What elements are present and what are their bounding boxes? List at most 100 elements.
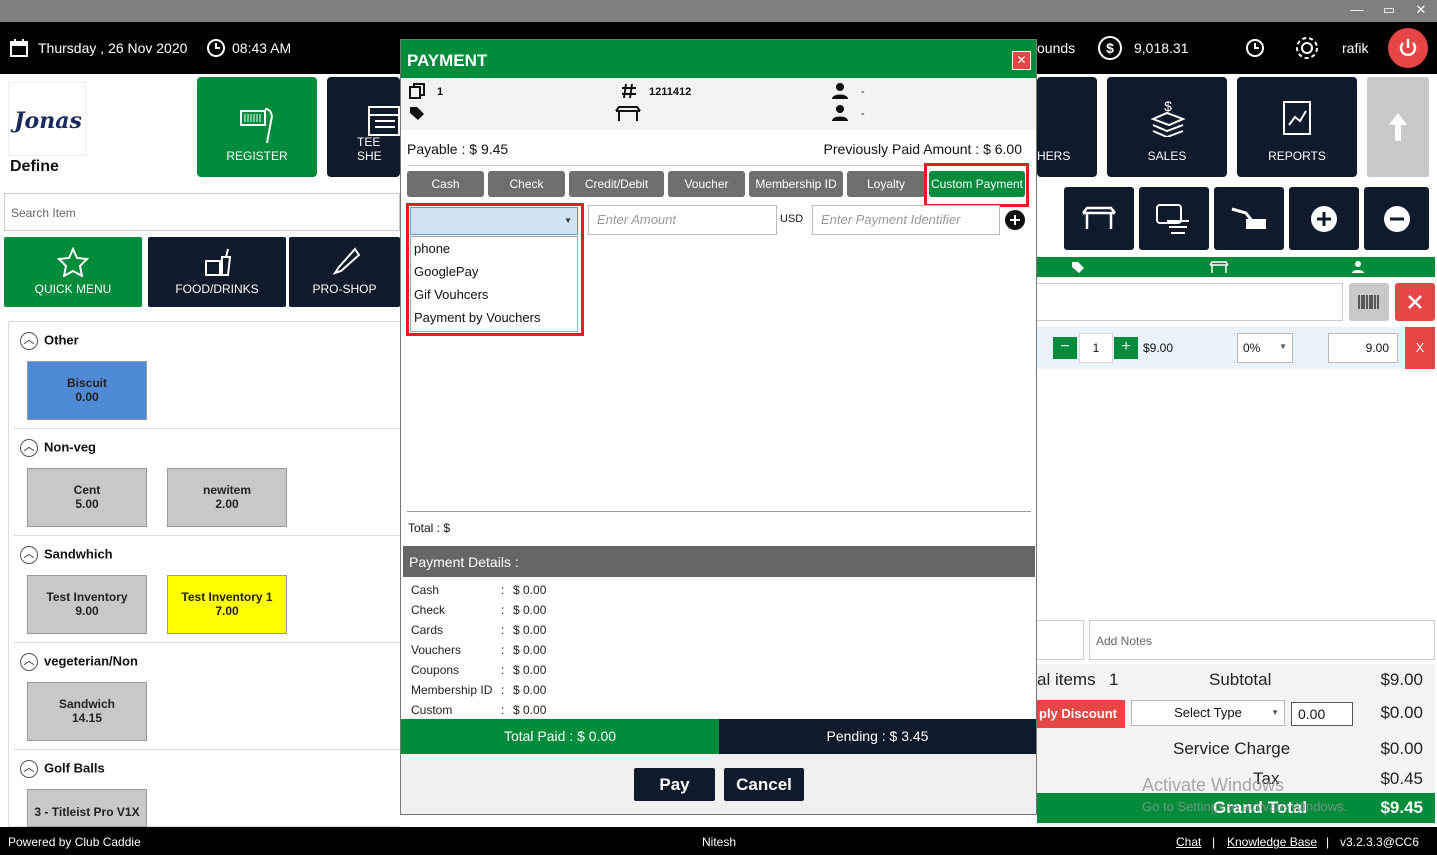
sales-label: SALES [1147, 149, 1187, 163]
window-close-button[interactable]: ✕ [1404, 0, 1437, 22]
modal-title: PAYMENT [407, 51, 488, 70]
sales-tile[interactable]: $ SALES [1107, 77, 1227, 177]
payment-method-custom[interactable]: Custom Payment [929, 171, 1025, 197]
add-notes-input[interactable]: Add Notes [1089, 620, 1435, 660]
category-quick-menu[interactable]: QUICK MENU [4, 237, 142, 307]
minus-circle-icon [1384, 206, 1410, 232]
dollar-icon: $ [1098, 36, 1122, 60]
dropdown-option[interactable]: Payment by Vouchers [414, 310, 540, 325]
barcode-icon [1358, 295, 1379, 309]
svg-text:$: $ [1106, 40, 1114, 56]
person-icon [1352, 261, 1364, 273]
vouchers-tile[interactable]: HERS [1037, 77, 1097, 177]
qty-decrease-button[interactable]: − [1053, 337, 1077, 359]
detail-value: $ 0.00 [513, 583, 547, 597]
menu-item[interactable]: Test Inventory 9.00 [27, 575, 147, 634]
discount-value-input[interactable]: 0.00 [1291, 702, 1353, 726]
total-label: Total : $ [408, 521, 451, 535]
apply-discount-button[interactable]: ply Discount [1037, 700, 1125, 728]
collapse-icon[interactable]: ︿ [20, 546, 38, 564]
modal-footer [401, 754, 1036, 814]
history-icon[interactable] [1244, 37, 1266, 59]
powered-by-text: Powered by Club Caddie [8, 835, 141, 849]
discount-type-select[interactable]: Select Type ▼ [1131, 700, 1285, 726]
line-note-input[interactable] [1037, 620, 1084, 660]
copies-value: 1 [437, 86, 444, 98]
knowledge-base-link[interactable]: Knowledge Base [1227, 835, 1317, 849]
detail-colon: : [501, 703, 505, 717]
chat-link[interactable]: Chat [1176, 835, 1201, 849]
table-button[interactable] [1064, 187, 1134, 250]
cancel-button[interactable]: Cancel [724, 768, 804, 801]
scroll-up-button[interactable] [1367, 77, 1429, 177]
group-header[interactable]: ︿ vegeterian/Non [20, 653, 138, 671]
swipe-card-button[interactable] [1214, 187, 1284, 250]
category-food-drinks[interactable]: FOOD/DRINKS [148, 237, 286, 307]
collapse-icon[interactable]: ︿ [20, 439, 38, 457]
add-payment-icon[interactable] [1005, 210, 1025, 230]
footer-separator: | [1212, 835, 1216, 849]
person-value: - [861, 86, 865, 98]
tee-sheet-tile[interactable]: TEE SHE [327, 77, 400, 177]
dropdown-option[interactable]: Gif Vouhcers [414, 287, 488, 302]
remove-line-button[interactable]: X [1405, 327, 1435, 369]
reports-tile[interactable]: REPORTS [1237, 77, 1357, 177]
payment-method-check[interactable]: Check [488, 171, 565, 197]
total-items-label: al items [1037, 670, 1096, 689]
menu-item[interactable]: Biscuit 0.00 [27, 361, 147, 420]
payable-amount: Payable : $ 9.45 [407, 141, 509, 157]
service-charge-label: Service Charge [1173, 739, 1291, 758]
minimize-button[interactable]: — [1340, 0, 1374, 22]
chevron-down-icon: ▼ [564, 216, 572, 225]
category-pro-shop[interactable]: PRO-SHOP [289, 237, 400, 307]
pending-bar: Pending : $ 3.45 [719, 719, 1036, 754]
payment-identifier-input[interactable]: Enter Payment Identifier [812, 205, 1000, 235]
payment-method-membership-id[interactable]: Membership ID [749, 171, 843, 197]
svg-text:Jonas: Jonas [10, 108, 82, 134]
pay-button[interactable]: Pay [634, 768, 715, 801]
custom-payment-dropdown: phone GooglePay Gif Vouhcers Payment by … [410, 236, 578, 332]
modal-close-button[interactable]: ✕ [1012, 51, 1031, 70]
collapse-icon[interactable]: ︿ [20, 760, 38, 778]
group-header[interactable]: ︿ Golf Balls [20, 760, 105, 778]
collapse-icon[interactable]: ︿ [20, 653, 38, 671]
hand-card-button[interactable] [1139, 187, 1209, 250]
register-tile[interactable]: REGISTER [197, 77, 317, 177]
group-header[interactable]: ︿ Non-veg [20, 439, 96, 457]
menu-item[interactable]: Test Inventory 1 7.00 [167, 575, 287, 634]
menu-item[interactable]: newitem 2.00 [167, 468, 287, 527]
power-button[interactable] [1388, 28, 1428, 68]
group-header[interactable]: ︿ Sandwhich [20, 546, 113, 564]
payment-method-cash[interactable]: Cash [407, 171, 484, 197]
search-item-input[interactable]: Search Item [4, 193, 400, 231]
amount-input[interactable]: Enter Amount [588, 205, 777, 235]
tax-value: $0.45 [1380, 769, 1423, 788]
clear-barcode-button[interactable] [1395, 283, 1435, 321]
qty-increase-button[interactable]: + [1114, 337, 1138, 359]
line-amount-input[interactable]: 9.00 [1328, 333, 1398, 363]
barcode-button[interactable] [1349, 283, 1389, 321]
payment-method-voucher[interactable]: Voucher [668, 171, 745, 197]
group-header[interactable]: ︿ Other [20, 332, 79, 350]
add-button[interactable] [1289, 187, 1359, 250]
chevron-down-icon: ▼ [1271, 708, 1279, 717]
payment-method-loyalty[interactable]: Loyalty [847, 171, 925, 197]
detail-value: $ 0.00 [513, 703, 547, 717]
dropdown-option[interactable]: phone [414, 241, 450, 256]
gear-icon[interactable] [1294, 35, 1320, 61]
register-label: REGISTER [226, 149, 288, 163]
collapse-icon[interactable]: ︿ [20, 332, 38, 350]
table-icon [1082, 206, 1116, 229]
menu-item[interactable]: 3 - Titleist Pro V1X [27, 789, 147, 827]
qty-input[interactable]: 1 [1079, 333, 1113, 363]
custom-payment-select[interactable]: ▼ [410, 207, 578, 235]
remove-button[interactable] [1364, 187, 1429, 250]
restore-button[interactable]: ▭ [1372, 0, 1406, 22]
discount-select[interactable]: 0% ▼ [1237, 333, 1293, 363]
check-number: 1211412 [649, 86, 692, 98]
payment-method-credit-debit[interactable]: Credit/Debit [569, 171, 664, 197]
menu-item[interactable]: Cent 5.00 [27, 468, 147, 527]
barcode-input[interactable] [1037, 283, 1343, 321]
menu-item[interactable]: Sandwich 14.15 [27, 682, 147, 741]
dropdown-option[interactable]: GooglePay [414, 264, 478, 279]
